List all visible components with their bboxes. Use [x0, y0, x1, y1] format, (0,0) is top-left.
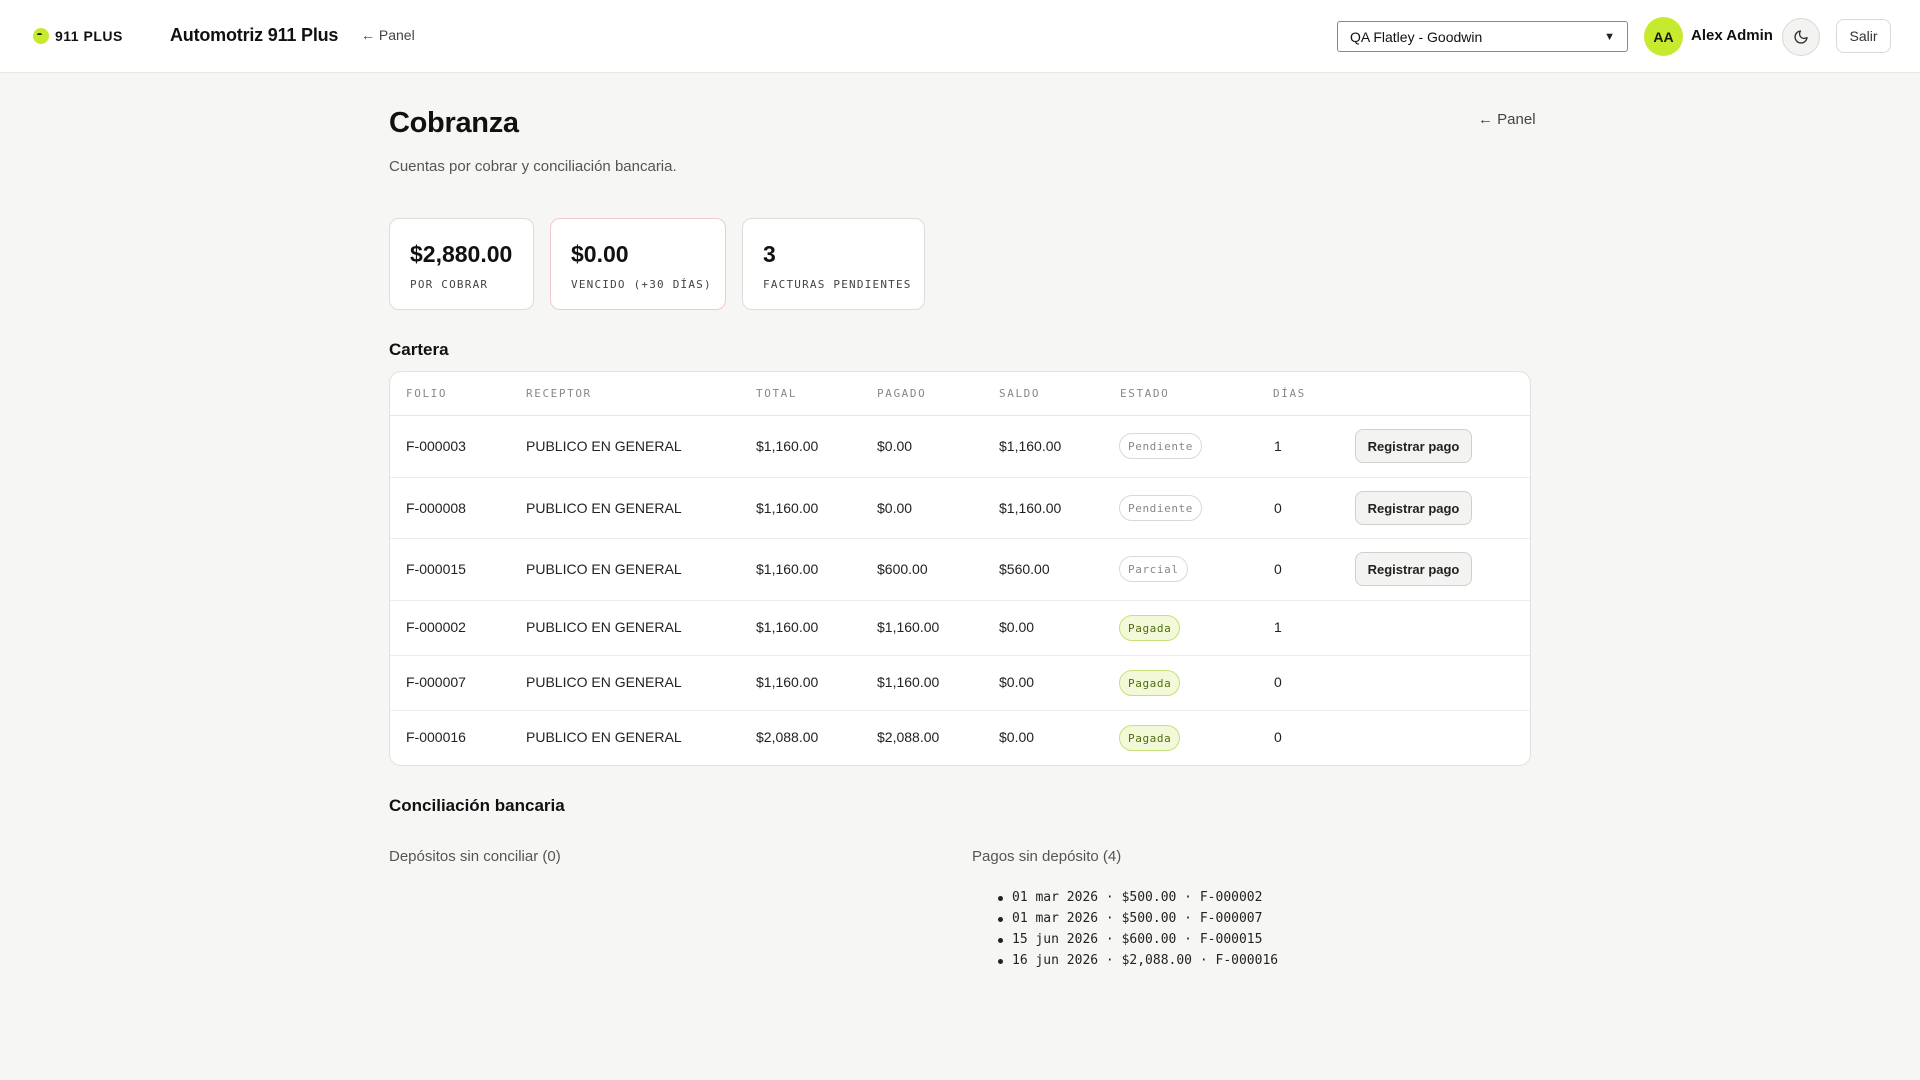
kpi-value: $0.00 — [571, 241, 629, 267]
cell-folio: F-000007 — [406, 674, 466, 690]
kpi-label: FACTURAS PENDIENTES — [763, 278, 912, 291]
cell-pagado: $2,088.00 — [877, 729, 940, 745]
cell-dias: 1 — [1274, 438, 1282, 454]
table-row: F-000007 PUBLICO EN GENERAL $1,160.00 $1… — [390, 656, 1530, 711]
payments-without-deposit-label: Pagos sin depósito (4) — [972, 848, 1122, 865]
tenant-select-value: QA Flatley - Goodwin — [1350, 28, 1483, 45]
cell-receptor: PUBLICO EN GENERAL — [526, 674, 682, 690]
table-row: F-000002 PUBLICO EN GENERAL $1,160.00 $1… — [390, 601, 1530, 656]
cell-total: $1,160.00 — [756, 561, 819, 577]
column-header-estado: ESTADO — [1120, 387, 1170, 400]
cell-dias: 0 — [1274, 500, 1282, 516]
kpi-card-pending-invoices: 3 FACTURAS PENDIENTES — [742, 218, 925, 310]
cell-saldo: $0.00 — [999, 619, 1035, 635]
register-payment-button[interactable]: Registrar pago — [1355, 429, 1472, 463]
portfolio-title: Cartera — [389, 340, 449, 359]
column-header-saldo: SALDO — [999, 387, 1041, 400]
kpi-label: VENCIDO (+30 DÍAS) — [571, 278, 712, 291]
cell-receptor: PUBLICO EN GENERAL — [526, 729, 682, 745]
chevron-down-icon: ▼ — [1604, 30, 1615, 43]
cell-receptor: PUBLICO EN GENERAL — [526, 500, 682, 516]
user-name: Alex Admin — [1691, 27, 1773, 44]
kpi-value: $2,880.00 — [410, 241, 513, 267]
column-header-folio: FOLIO — [406, 387, 448, 400]
column-header-pagado: PAGADO — [877, 387, 927, 400]
cell-total: $2,088.00 — [756, 729, 819, 745]
page-subtitle: Cuentas por cobrar y conciliación bancar… — [389, 158, 677, 175]
cell-pagado: $600.00 — [877, 561, 928, 577]
cell-pagado: $1,160.00 — [877, 674, 940, 690]
logout-button[interactable]: Salir — [1836, 19, 1891, 53]
brand-name: 911 PLUS — [55, 28, 123, 44]
avatar[interactable]: AA — [1644, 17, 1683, 56]
status-badge: Pendiente — [1119, 433, 1203, 459]
cell-folio: F-000003 — [406, 438, 466, 454]
cell-total: $1,160.00 — [756, 438, 819, 454]
cell-pagado: $0.00 — [877, 438, 913, 454]
cell-saldo: $1,160.00 — [999, 438, 1062, 454]
table-row: F-000015 PUBLICO EN GENERAL $1,160.00 $6… — [390, 539, 1530, 601]
status-badge: Pagada — [1119, 615, 1181, 641]
cell-folio: F-000008 — [406, 500, 466, 516]
cell-saldo: $0.00 — [999, 674, 1035, 690]
page-panel-link[interactable]: ← Panel — [1478, 111, 1536, 128]
header-panel-link[interactable]: ← Panel — [361, 27, 415, 43]
column-header-receptor: RECEPTOR — [526, 387, 592, 400]
cell-pagado: $0.00 — [877, 500, 913, 516]
table-row: F-000008 PUBLICO EN GENERAL $1,160.00 $0… — [390, 478, 1530, 539]
register-payment-button[interactable]: Registrar pago — [1355, 552, 1472, 586]
column-header-dias: DÍAS — [1273, 387, 1306, 400]
app-title: Automotriz 911 Plus — [170, 25, 339, 45]
cell-pagado: $1,160.00 — [877, 619, 940, 635]
cell-total: $1,160.00 — [756, 619, 819, 635]
table-row: F-000016 PUBLICO EN GENERAL $2,088.00 $2… — [390, 711, 1530, 765]
kpi-card-receivable: $2,880.00 POR COBRAR — [389, 218, 534, 310]
cell-receptor: PUBLICO EN GENERAL — [526, 619, 682, 635]
list-item: 01 mar 2026 · $500.00 · F-000002 — [997, 887, 1278, 908]
list-item: 16 jun 2026 · $2,088.00 · F-000016 — [997, 950, 1278, 971]
table-header: FOLIO RECEPTOR TOTAL PAGADO SALDO ESTADO… — [390, 372, 1530, 416]
cell-saldo: $1,160.00 — [999, 500, 1062, 516]
cell-dias: 1 — [1274, 619, 1282, 635]
cell-dias: 0 — [1274, 561, 1282, 577]
status-badge: Pagada — [1119, 670, 1181, 696]
table-row: F-000003 PUBLICO EN GENERAL $1,160.00 $0… — [390, 416, 1530, 478]
cell-total: $1,160.00 — [756, 674, 819, 690]
cell-folio: F-000002 — [406, 619, 466, 635]
unreconciled-deposits-label: Depósitos sin conciliar (0) — [389, 848, 561, 865]
cell-receptor: PUBLICO EN GENERAL — [526, 561, 682, 577]
brand-logo-icon — [33, 28, 49, 44]
status-badge: Pendiente — [1119, 495, 1203, 521]
status-badge: Pagada — [1119, 725, 1181, 751]
cell-dias: 0 — [1274, 674, 1282, 690]
register-payment-button[interactable]: Registrar pago — [1355, 491, 1472, 525]
brand-logo[interactable]: 911 PLUS — [33, 28, 123, 44]
theme-toggle-button[interactable] — [1782, 18, 1820, 56]
cell-total: $1,160.00 — [756, 500, 819, 516]
reconciliation-title: Conciliación bancaria — [389, 796, 565, 815]
moon-icon — [1794, 30, 1808, 44]
column-header-total: TOTAL — [756, 387, 798, 400]
tenant-select[interactable]: QA Flatley - Goodwin ▼ — [1337, 21, 1628, 52]
kpi-value: 3 — [763, 241, 776, 267]
list-item: 15 jun 2026 · $600.00 · F-000015 — [997, 929, 1278, 950]
page-title: Cobranza — [389, 107, 519, 139]
status-badge: Parcial — [1119, 556, 1188, 582]
cell-saldo: $560.00 — [999, 561, 1050, 577]
cell-dias: 0 — [1274, 729, 1282, 745]
kpi-label: POR COBRAR — [410, 278, 489, 291]
cell-folio: F-000015 — [406, 561, 466, 577]
payments-without-deposit-list: 01 mar 2026 · $500.00 · F-000002 01 mar … — [997, 887, 1278, 971]
cell-saldo: $0.00 — [999, 729, 1035, 745]
portfolio-table: FOLIO RECEPTOR TOTAL PAGADO SALDO ESTADO… — [389, 371, 1531, 766]
kpi-card-overdue: $0.00 VENCIDO (+30 DÍAS) — [550, 218, 726, 310]
top-bar: 911 PLUS Automotriz 911 Plus ← Panel QA … — [0, 0, 1920, 73]
cell-folio: F-000016 — [406, 729, 466, 745]
list-item: 01 mar 2026 · $500.00 · F-000007 — [997, 908, 1278, 929]
cell-receptor: PUBLICO EN GENERAL — [526, 438, 682, 454]
